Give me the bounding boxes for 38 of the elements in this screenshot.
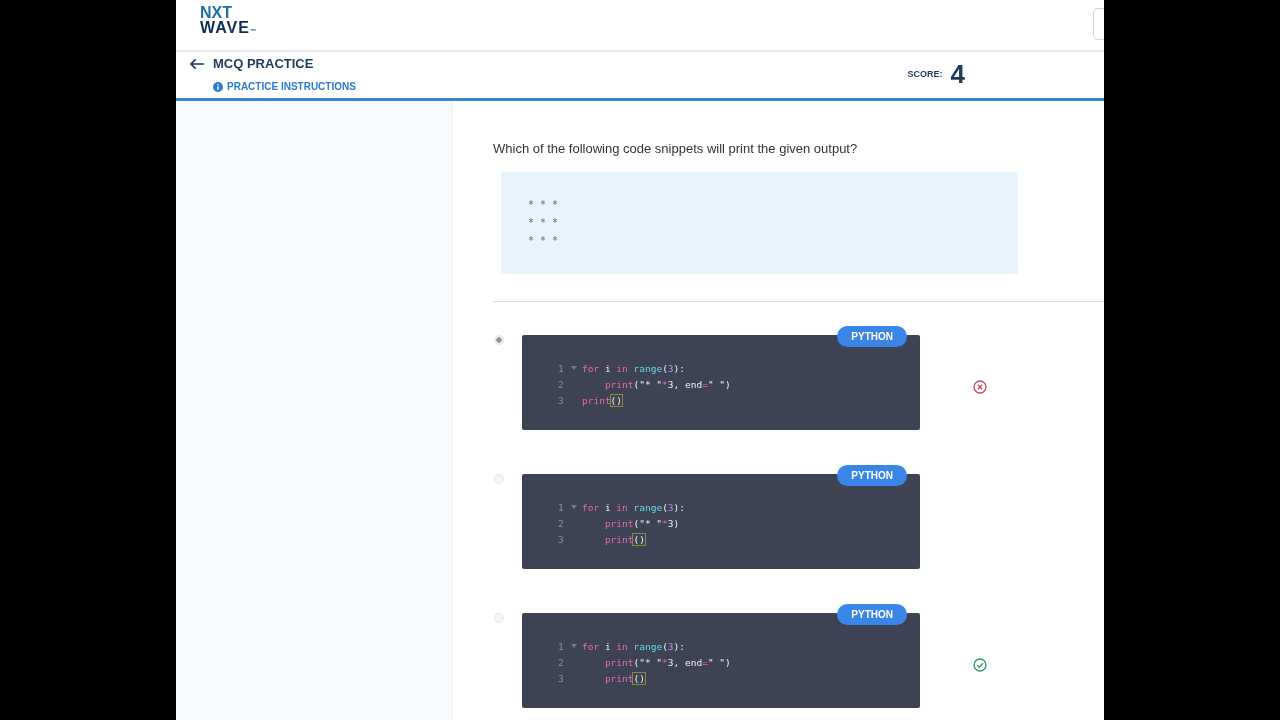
line-number: 2	[558, 517, 565, 529]
line-number: 3	[558, 394, 565, 406]
option-radio[interactable]	[494, 474, 504, 484]
output-line: * * *	[528, 198, 560, 212]
question-text: Which of the following code snippets will print the given output?	[493, 141, 859, 156]
code-line: print()	[603, 672, 645, 684]
header-button[interactable]	[1093, 8, 1104, 40]
fold-icon[interactable]	[571, 644, 577, 648]
code-line: print()	[582, 394, 623, 406]
language-badge: PYTHON	[837, 604, 907, 625]
fold-icon[interactable]	[571, 505, 577, 509]
line-number: 1	[558, 640, 565, 652]
practice-instructions-link[interactable]: PRACTICE INSTRUCTIONS	[213, 81, 356, 92]
output-line: * * *	[528, 234, 560, 248]
code-line: print("* "*3, end=" ")	[603, 656, 731, 668]
code-line: for i in range(3):	[582, 640, 686, 652]
code-line: for i in range(3):	[582, 501, 686, 513]
code-line: print()	[603, 533, 645, 545]
line-number: 3	[558, 672, 565, 684]
line-number: 3	[558, 533, 565, 545]
info-icon	[213, 81, 223, 92]
language-badge: PYTHON	[837, 326, 907, 347]
code-line: print("* "*3, end=" ")	[603, 378, 731, 390]
output-line: * * *	[528, 216, 560, 230]
code-line: print("* "*3)	[603, 517, 680, 529]
score-value: 4	[950, 58, 965, 90]
option-radio[interactable]	[494, 335, 504, 345]
language-badge: PYTHON	[837, 465, 907, 486]
line-number: 2	[558, 656, 565, 668]
line-number: 1	[558, 501, 565, 513]
score-label: SCORE:	[907, 69, 943, 79]
option-radio[interactable]	[494, 613, 504, 623]
code-line: for i in range(3):	[582, 362, 686, 374]
line-number: 2	[558, 378, 565, 390]
line-number: 1	[558, 362, 565, 374]
page-title: MCQ PRACTICE	[213, 56, 314, 71]
fold-icon[interactable]	[571, 366, 577, 370]
back-arrow-icon[interactable]	[190, 57, 205, 70]
